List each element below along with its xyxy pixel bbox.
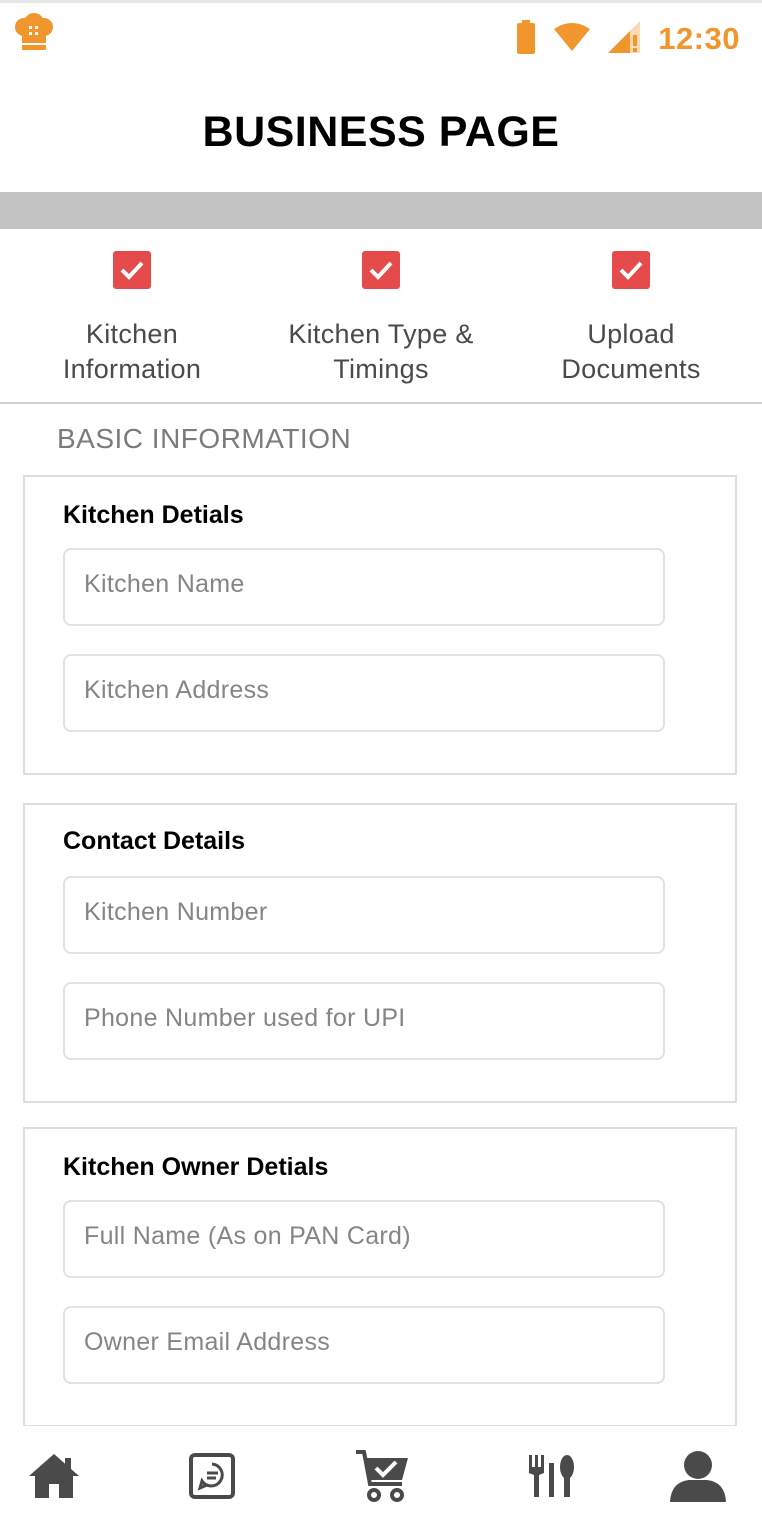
menu-cutlery-icon: [527, 1453, 577, 1504]
card-title: Kitchen Owner Detials: [63, 1153, 329, 1181]
field-placeholder: Phone Number used for UPI: [84, 1004, 406, 1032]
field-placeholder: Kitchen Address: [84, 676, 270, 704]
progress-stepper: Kitchen Information Kitchen Type & Timin…: [0, 229, 762, 404]
kitchen-owner-details-card: Kitchen Owner Detials Full Name (As on P…: [23, 1127, 737, 1427]
status-time: 12:30: [658, 21, 740, 56]
step-label: Kitchen Type & Timings: [288, 319, 474, 384]
kitchen-details-card: Kitchen Detials Kitchen Name Kitchen Add…: [23, 475, 737, 775]
field-placeholder: Full Name (As on PAN Card): [84, 1222, 411, 1250]
checkbox-checked-icon: [113, 251, 151, 289]
header-divider-bar: [0, 192, 762, 229]
nav-cart[interactable]: [352, 1448, 412, 1508]
card-title: Kitchen Detials: [63, 501, 244, 529]
nav-menu[interactable]: [522, 1448, 582, 1508]
nav-home[interactable]: [24, 1448, 84, 1508]
status-bar: 12:30: [0, 3, 762, 73]
owner-full-name-field[interactable]: Full Name (As on PAN Card): [63, 1200, 665, 1278]
cell-signal-icon: [608, 20, 641, 58]
field-placeholder: Kitchen Number: [84, 898, 268, 926]
nav-orders[interactable]: [182, 1448, 242, 1508]
card-title: Contact Details: [63, 827, 245, 855]
wifi-icon: [554, 22, 591, 56]
step-kitchen-information[interactable]: Kitchen Information: [5, 229, 259, 404]
step-upload-documents[interactable]: Upload Documents: [504, 229, 758, 404]
bottom-navigation: [0, 1426, 762, 1526]
kitchen-address-field[interactable]: Kitchen Address: [63, 654, 665, 732]
step-kitchen-type-timings[interactable]: Kitchen Type & Timings: [254, 229, 508, 404]
field-placeholder: Owner Email Address: [84, 1328, 331, 1356]
kitchen-name-field[interactable]: Kitchen Name: [63, 548, 665, 626]
step-label: Upload Documents: [561, 319, 701, 384]
cart-check-icon: [354, 1448, 410, 1509]
contact-details-card: Contact Details Kitchen Number Phone Num…: [23, 803, 737, 1103]
section-heading: BASIC INFORMATION: [57, 423, 352, 454]
orders-chat-icon: [189, 1452, 235, 1504]
home-icon: [27, 1452, 81, 1505]
page-title: BUSINESS PAGE: [202, 108, 560, 156]
battery-icon: [516, 19, 536, 59]
checkbox-checked-icon: [362, 251, 400, 289]
step-label: Kitchen Information: [62, 319, 202, 384]
field-placeholder: Kitchen Name: [84, 570, 245, 598]
app-logo-icon: [12, 13, 56, 53]
kitchen-number-field[interactable]: Kitchen Number: [63, 876, 665, 954]
nav-profile[interactable]: [668, 1448, 728, 1508]
owner-email-field[interactable]: Owner Email Address: [63, 1306, 665, 1384]
upi-phone-number-field[interactable]: Phone Number used for UPI: [63, 982, 665, 1060]
profile-icon: [669, 1450, 727, 1507]
checkbox-checked-icon: [612, 251, 650, 289]
